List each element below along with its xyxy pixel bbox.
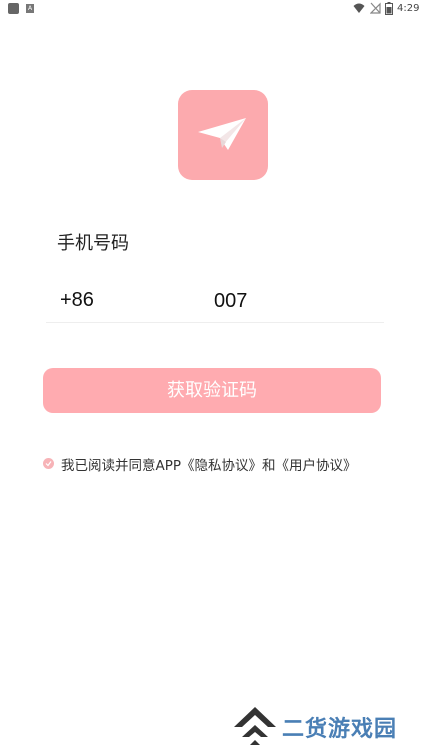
app-logo — [178, 90, 268, 180]
no-signal-icon — [369, 2, 381, 17]
login-screen: A 4:29 手机号码 +86 获取验证码 — [0, 0, 423, 752]
status-time: 4:29 — [397, 3, 420, 14]
agreement-checkbox[interactable] — [43, 458, 54, 469]
country-code-selector[interactable]: +86 — [60, 289, 94, 312]
app-notification-icon — [8, 3, 19, 14]
phone-input-row: +86 — [46, 282, 384, 323]
battery-icon — [385, 2, 393, 18]
get-verification-code-button[interactable]: 获取验证码 — [43, 368, 381, 413]
phone-number-label: 手机号码 — [57, 233, 129, 254]
watermark-text: 二货游戏园 — [282, 717, 398, 742]
status-bar: A 4:29 — [0, 0, 423, 18]
wifi-icon — [353, 2, 365, 17]
watermark-logo-icon — [232, 705, 278, 751]
text-notification-icon: A — [26, 4, 34, 13]
phone-number-input[interactable] — [214, 287, 374, 315]
agreement-text[interactable]: 我已阅读并同意APP《隐私协议》和《用户协议》 — [61, 454, 357, 474]
